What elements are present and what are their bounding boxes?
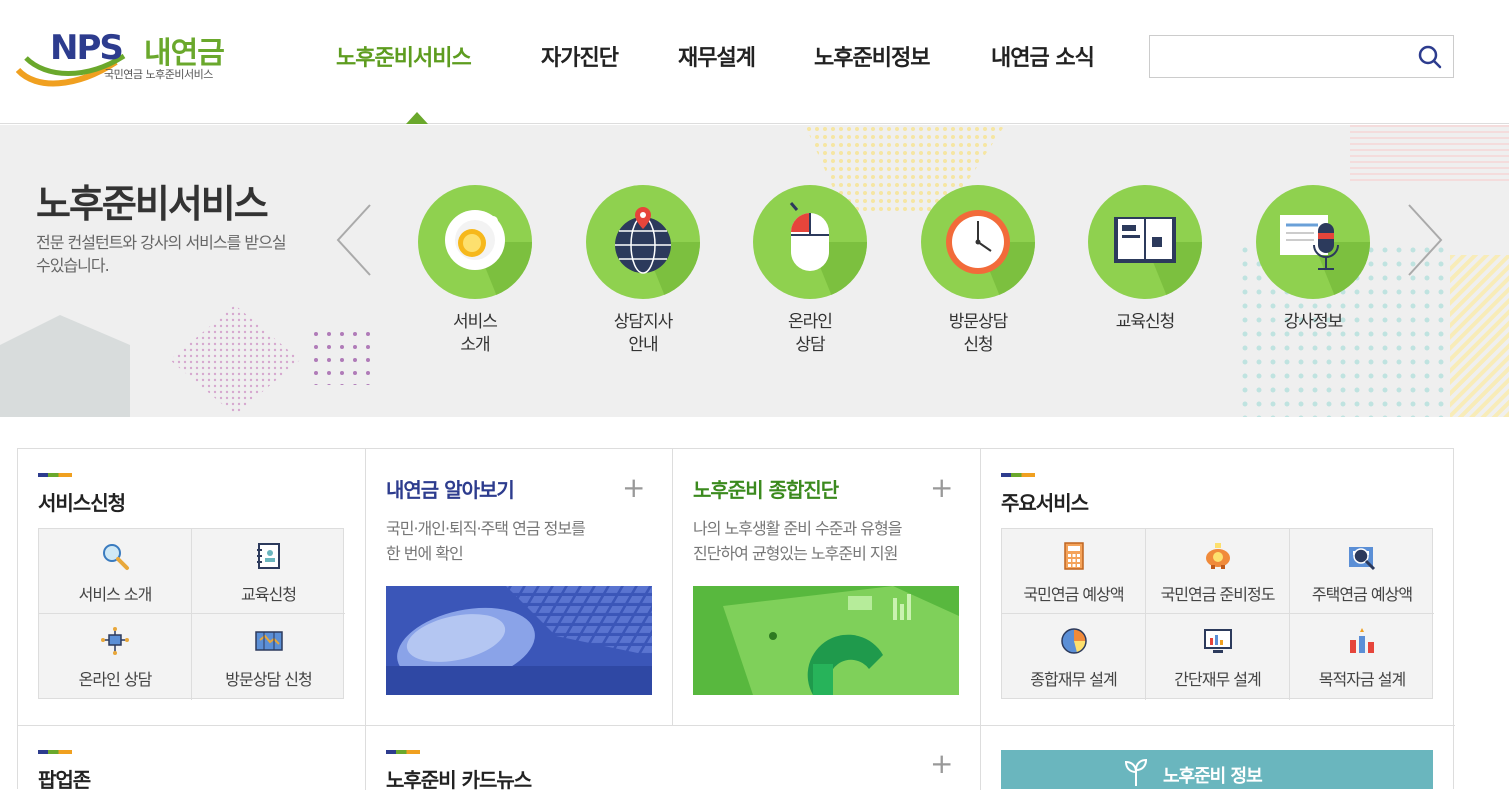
tile-comprehensive-plan[interactable]: 종합재무 설계	[1002, 614, 1146, 700]
banner-service-label: 상담지사 안내	[613, 312, 674, 355]
section-accent-bar	[386, 750, 420, 754]
diagnosis-description: 나의 노후생활 준비 수준과 유형을 진단하여 균형있는 노후준비 지원	[693, 519, 902, 563]
tile-housing-pension[interactable]: 주택연금 예상액	[1290, 529, 1434, 614]
banner-service-label: 방문상담 신청	[948, 312, 1009, 355]
tile-visit-consult[interactable]: 방문상담 신청	[192, 614, 345, 700]
tile-label: 간단재무 설계	[1174, 670, 1261, 689]
section-accent-bar	[38, 750, 72, 754]
tile-purpose-fund[interactable]: 목적자금 설계	[1290, 614, 1434, 700]
dot-grid-decoration	[312, 330, 372, 385]
microphone-icon	[1280, 215, 1370, 299]
card-news-more-button[interactable]: +	[930, 750, 953, 778]
nps-logo[interactable]: NPS 내연금 국민연금 노후준비서비스	[16, 28, 246, 88]
logo-brand: NPS	[50, 28, 124, 68]
retirement-info-button[interactable]: 노후준비 정보	[1001, 750, 1433, 789]
stripe-decoration	[1450, 255, 1509, 417]
tile-label: 온라인 상담	[78, 670, 153, 689]
tile-label: 목적자금 설계	[1318, 670, 1406, 689]
nav-item-financial-planning[interactable]: 재무설계	[678, 40, 756, 72]
tile-label: 교육신청	[241, 585, 297, 604]
search-input[interactable]	[1158, 44, 1408, 70]
tile-label: 주택연금 예상액	[1311, 585, 1413, 604]
bars-icon	[1350, 628, 1374, 653]
tile-label: 서비스 소개	[78, 585, 153, 604]
nav-item-retirement-service[interactable]: 노후준비서비스	[336, 40, 472, 72]
my-pension-more-button[interactable]: +	[622, 474, 645, 502]
hexagon-decoration	[0, 315, 130, 417]
banner-service-branches[interactable]: 상담지사 안내	[573, 185, 713, 357]
search-icon[interactable]	[1417, 44, 1443, 70]
main-services-tiles: 국민연금 예상액 국민연금 준비정도 주택연금 예상액 종합재무 설계 간단재무…	[1001, 528, 1434, 700]
network-icon	[101, 627, 129, 655]
banner-service-intro[interactable]: 서비스 소개	[405, 185, 545, 357]
coffee-cup-icon	[445, 210, 532, 299]
main-services-title: 주요서비스	[1001, 491, 1089, 515]
banner-title: 노후준비서비스	[36, 182, 269, 226]
analytics-illustration	[693, 586, 959, 695]
tile-online-consult[interactable]: 온라인 상담	[39, 614, 192, 700]
tile-pension-readiness[interactable]: 국민연금 준비정도	[1146, 529, 1290, 614]
service-apply-title: 서비스신청	[38, 491, 126, 515]
tile-service-intro[interactable]: 서비스 소개	[39, 529, 192, 614]
tile-label: 방문상담 신청	[225, 670, 312, 689]
pie-chart-icon	[1060, 628, 1087, 654]
globe-pin-icon	[615, 207, 700, 299]
tile-label: 국민연금 예상액	[1023, 585, 1124, 604]
banner-service-instructors[interactable]: 강사정보	[1243, 185, 1383, 334]
monitor-chart-icon	[1203, 629, 1232, 653]
pink-stripe-decoration	[1350, 125, 1509, 185]
banner-service-label: 온라인 상담	[788, 312, 833, 355]
service-banner: 노후준비서비스 전문 컨설턴트와 강사의 서비스를 받으실 수있습니다. 서비스…	[0, 125, 1509, 417]
logo-subtitle: 국민연금 노후준비서비스	[104, 68, 213, 81]
tile-label: 국민연금 준비정도	[1160, 585, 1276, 604]
keyboard-mouse-image[interactable]	[386, 586, 652, 695]
clock-icon	[946, 210, 1035, 299]
nav-item-retirement-info[interactable]: 노후준비정보	[814, 40, 930, 72]
header: NPS 내연금 국민연금 노후준비서비스 노후준비서비스 자가진단 재무설계 노…	[0, 0, 1509, 124]
tile-education[interactable]: 교육신청	[192, 529, 345, 614]
retirement-info-label: 노후준비 정보	[1163, 766, 1263, 787]
magnifier-icon	[103, 544, 129, 570]
open-book-icon	[1114, 217, 1202, 299]
banner-service-label: 교육신청	[1115, 312, 1176, 332]
contact-book-icon	[256, 543, 280, 569]
banner-service-visit[interactable]: 방문상담 신청	[908, 185, 1048, 357]
section-accent-bar	[1001, 473, 1035, 477]
banner-service-label: 강사정보	[1283, 312, 1344, 332]
nav-item-self-diagnosis[interactable]: 자가진단	[541, 40, 619, 72]
my-pension-title[interactable]: 내연금 알아보기	[386, 474, 515, 503]
banner-service-label: 서비스 소개	[453, 312, 498, 355]
search-box	[1149, 35, 1454, 78]
tile-simple-plan[interactable]: 간단재무 설계	[1146, 614, 1290, 700]
carousel-next-arrow-icon[interactable]	[1405, 203, 1445, 277]
house-search-icon	[1349, 547, 1376, 571]
tile-pension-estimate[interactable]: 국민연금 예상액	[1002, 529, 1146, 614]
diagnosis-title[interactable]: 노후준비 종합진단	[693, 474, 839, 503]
carousel-prev-arrow-icon[interactable]	[334, 203, 374, 277]
piggy-bank-icon	[1205, 543, 1230, 569]
banner-service-online[interactable]: 온라인 상담	[740, 185, 880, 357]
keyboard-mouse-illustration	[386, 586, 652, 695]
nav-item-news[interactable]: 내연금 소식	[991, 40, 1095, 72]
active-nav-indicator	[406, 112, 428, 124]
section-accent-bar	[38, 473, 72, 477]
tile-label: 종합재무 설계	[1030, 670, 1117, 689]
service-apply-tiles: 서비스 소개 교육신청 온라인 상담 방문상담 신청	[38, 528, 345, 700]
calculator-icon	[1063, 542, 1084, 570]
mouse-icon	[789, 202, 867, 299]
sprout-icon	[1124, 758, 1148, 786]
dot-diamond-decoration	[170, 305, 300, 415]
map-icon	[254, 631, 283, 651]
diagnosis-more-button[interactable]: +	[930, 474, 953, 502]
my-pension-description: 국민·개인·퇴직·주택 연금 정보를 한 번에 확인	[386, 519, 586, 563]
analytics-image[interactable]	[693, 586, 959, 695]
banner-service-education[interactable]: 교육신청	[1075, 185, 1215, 334]
banner-description: 전문 컨설턴트와 강사의 서비스를 받으실 수있습니다.	[36, 233, 287, 275]
